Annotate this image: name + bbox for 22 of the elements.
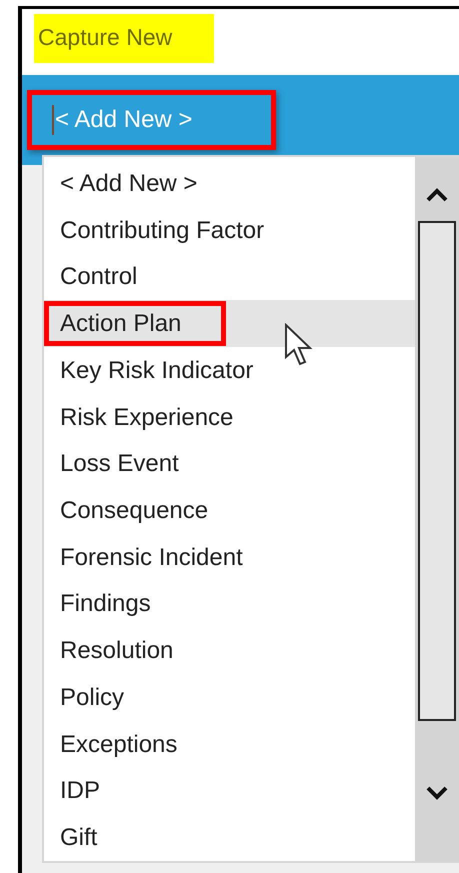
dropdown-item[interactable]: Exceptions bbox=[44, 720, 415, 768]
text-cursor bbox=[52, 105, 54, 135]
dropdown-item[interactable]: IDP bbox=[44, 768, 415, 814]
scroll-up-icon[interactable] bbox=[425, 187, 449, 203]
dropdown-item[interactable]: Resolution bbox=[44, 627, 415, 674]
dropdown-item[interactable]: Policy bbox=[44, 674, 415, 721]
dropdown-item[interactable]: Consequence bbox=[44, 487, 415, 534]
scroll-thumb[interactable] bbox=[418, 221, 456, 721]
scroll-down-icon[interactable] bbox=[425, 785, 449, 801]
dropdown-item[interactable]: Loss Event bbox=[44, 440, 415, 488]
form-title: Capture New bbox=[34, 14, 214, 63]
dropdown-item[interactable]: Findings bbox=[44, 580, 415, 628]
dropdown-item[interactable]: Key Risk Indicator bbox=[44, 346, 415, 394]
dropdown-item[interactable]: Control bbox=[44, 253, 415, 300]
dropdown-item[interactable]: Forensic Incident bbox=[44, 534, 415, 581]
dropdown-item[interactable]: Contributing Factor bbox=[44, 206, 415, 254]
dropdown-item[interactable]: Gift bbox=[44, 814, 415, 862]
dropdown-item[interactable]: Risk Experience bbox=[44, 394, 415, 440]
mouse-pointer-icon bbox=[284, 323, 314, 367]
dropdown-item[interactable]: Action Plan bbox=[44, 300, 415, 347]
dropdown-item[interactable]: < Add New > bbox=[44, 160, 415, 207]
scrollbar[interactable] bbox=[415, 157, 459, 861]
